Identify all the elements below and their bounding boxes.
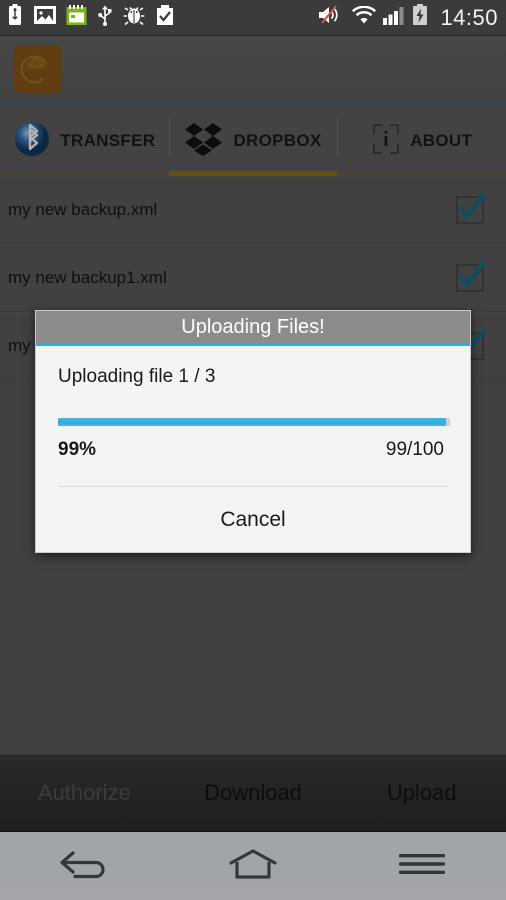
progress-bar — [58, 418, 450, 426]
calendar-icon — [66, 4, 87, 31]
progress-labels: 99% 99/100 — [58, 439, 448, 461]
usb-icon — [97, 4, 113, 31]
cancel-button[interactable]: Cancel — [36, 487, 470, 552]
progress-section: 99% 99/100 — [58, 418, 450, 461]
wifi-icon — [352, 5, 377, 30]
dialog-title-bar: Uploading Files! — [36, 311, 470, 346]
progress-percent: 99% — [58, 439, 97, 460]
status-bar-right-icons: 14:50 — [317, 4, 498, 31]
status-bar: 14:50 — [0, 0, 506, 36]
cellular-signal-icon — [383, 6, 405, 30]
dialog-message: Uploading file 1 / 3 — [58, 366, 216, 387]
uploading-files-dialog: Uploading Files! Uploading file 1 / 3 99… — [35, 310, 471, 553]
progress-bar-fill — [58, 418, 447, 426]
volume-muted-icon — [317, 4, 345, 31]
image-icon — [34, 5, 56, 30]
status-bar-left-icons — [6, 4, 317, 31]
phone-screen: 14:50 TRANSFER DROPBOX ABOUT my new back… — [0, 0, 506, 900]
progress-count: 99/100 — [385, 439, 444, 460]
usb-battery-icon — [6, 4, 24, 31]
battery-charging-icon — [412, 4, 428, 31]
dialog-title: Uploading Files! — [181, 315, 325, 338]
debug-bug-icon — [123, 5, 145, 30]
dialog-body: Uploading file 1 / 3 99% 99/100 — [36, 346, 470, 487]
status-bar-clock: 14:50 — [440, 4, 498, 30]
clipboard-check-icon — [155, 4, 175, 31]
